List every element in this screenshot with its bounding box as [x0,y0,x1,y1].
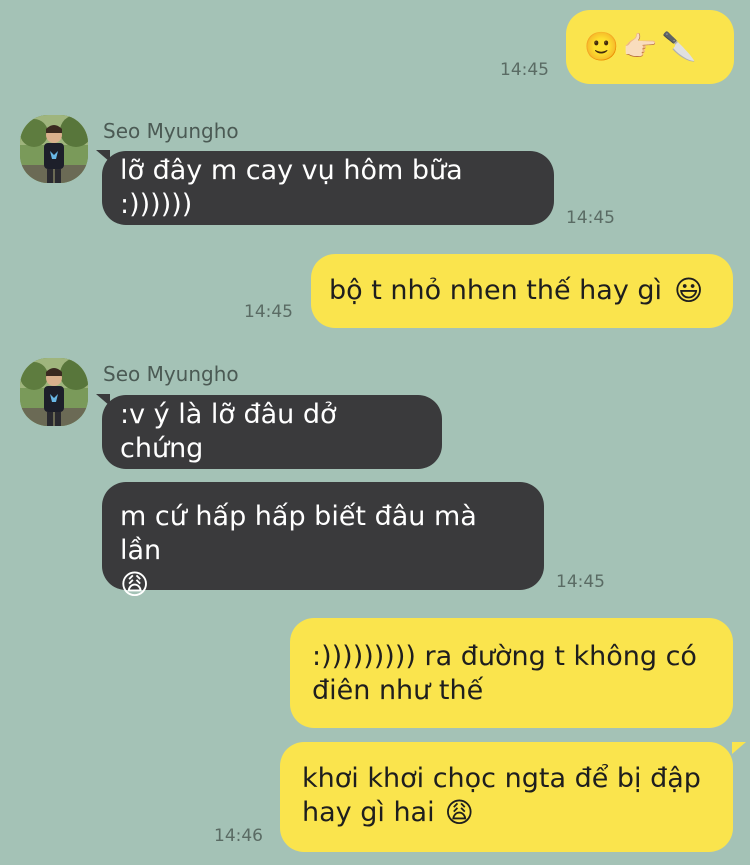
their-message-bubble[interactable]: lỡ đây m cay vụ hôm bữa :)))))) [102,151,554,225]
message-text: lỡ đây m cay vụ hôm bữa :)))))) [120,155,472,220]
message-text: m cứ hấp hấp biết đâu mà lần [120,501,486,566]
message-timestamp: 14:45 [556,572,605,592]
slightly-smiling-face-emoji: 🙂 [584,30,619,63]
message-text-line: điên như thế [312,675,484,706]
message-text-line: hay gì hai [302,797,435,828]
message-text: bộ t nhỏ nhen thế hay gì [329,275,663,306]
message-text-line: :))))))))) ra đường t không có [312,641,697,672]
my-message-bubble[interactable]: 🙂 👉🏻 🔪 [566,10,734,84]
message-timestamp: 14:46 [214,826,263,846]
avatar-photo-icon [20,358,88,426]
message-line-with-emoji: hay gì hai 😩 [302,796,474,830]
sender-name: Seo Myungho [103,119,239,143]
emoji-row: 🙂 👉🏻 🔪 [584,30,697,64]
weary-face-emoji: 😩 [444,796,474,829]
knife-emoji: 🔪 [661,30,697,63]
message-text: :v ý là lỡ đâu dở chứng [120,399,346,464]
pointing-right-emoji: 👉🏻 [622,30,658,63]
contact-avatar[interactable] [20,115,88,183]
weary-face-emoji: 😩 [120,568,150,601]
message-timestamp: 14:45 [500,60,549,80]
bubble-tail [732,742,746,754]
message-timestamp: 14:45 [566,208,615,228]
contact-avatar[interactable] [20,358,88,426]
avatar-photo-icon [20,115,88,183]
message-timestamp: 14:45 [244,302,293,322]
my-message-bubble[interactable]: :))))))))) ra đường t không có điên như … [290,618,733,728]
my-message-bubble[interactable]: bộ t nhỏ nhen thế hay gì 😃 [311,254,733,328]
grinning-face-emoji: 😃 [674,274,704,307]
sender-name: Seo Myungho [103,362,239,386]
message-text-line: khơi khơi chọc ngta để bị đập [302,763,701,794]
their-message-bubble[interactable]: :v ý là lỡ đâu dở chứng [102,395,442,469]
my-message-bubble[interactable]: khơi khơi chọc ngta để bị đập hay gì hai… [280,742,733,852]
their-message-bubble[interactable]: m cứ hấp hấp biết đâu mà lần 😩 [102,482,544,601]
